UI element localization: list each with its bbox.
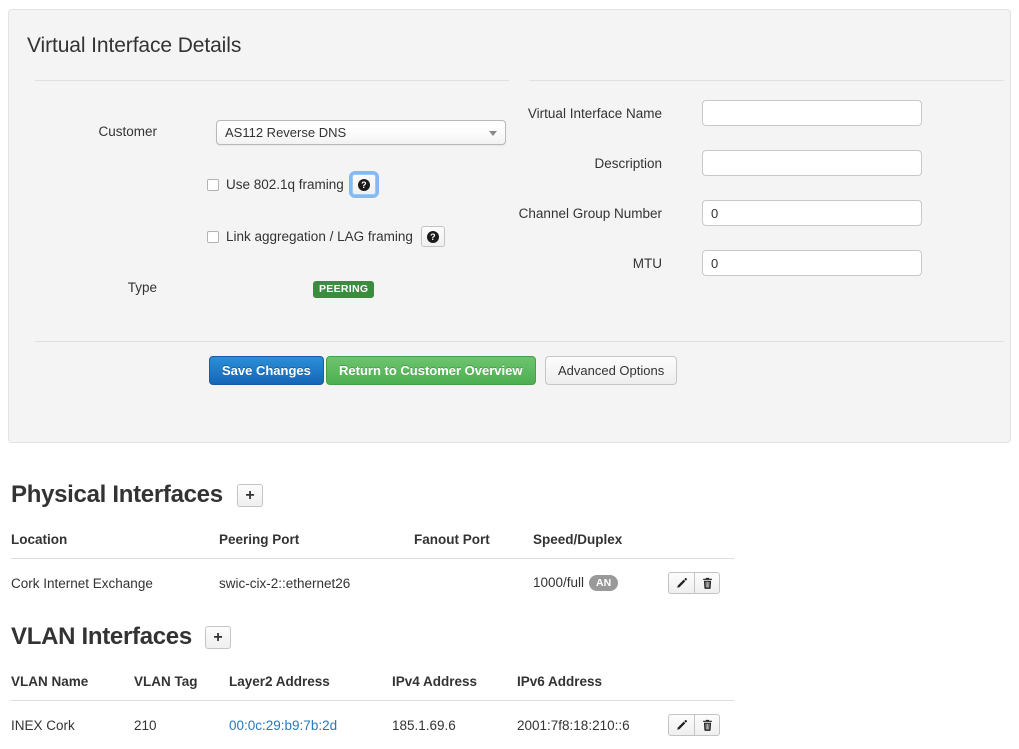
table-header-row: VLAN Name VLAN Tag Layer2 Address IPv4 A… — [11, 670, 734, 701]
advanced-options-button[interactable]: Advanced Options — [545, 356, 678, 385]
table-row: INEX Cork 210 00:0c:29:b9:7b:2d 185.1.69… — [11, 701, 734, 747]
autoneg-badge: AN — [589, 575, 619, 591]
delete-vlan-interface-button[interactable] — [694, 714, 720, 736]
column-header-location: Location — [11, 528, 219, 559]
speed-duplex-value: 1000/full — [533, 575, 585, 590]
pencil-icon — [677, 577, 687, 588]
row-action-group — [668, 572, 720, 594]
physical-interfaces-heading: Physical Interfaces — [11, 481, 223, 508]
column-header-vlan-name: VLAN Name — [11, 670, 134, 701]
table-header-row: Location Peering Port Fanout Port Speed/… — [11, 528, 734, 559]
virtual-interface-details-panel: Virtual Interface Details Customer AS112… — [8, 9, 1011, 443]
cell-ipv6-address: 2001:7f8:18:210::6 — [517, 717, 630, 733]
row-action-group — [668, 714, 720, 736]
column-header-actions — [668, 528, 734, 559]
dot1q-framing-label: Use 802.1q framing — [226, 177, 344, 192]
lag-framing-checkbox[interactable] — [207, 230, 219, 243]
virtual-interface-name-label: Virtual Interface Name — [527, 106, 662, 121]
description-input[interactable] — [702, 150, 922, 176]
mtu-input[interactable] — [702, 250, 922, 276]
add-vlan-interface-button[interactable]: + — [205, 626, 231, 649]
cell-ipv4-address: 185.1.69.6 — [392, 717, 456, 733]
virtual-interface-name-input[interactable] — [702, 100, 922, 126]
customer-label: Customer — [98, 124, 157, 139]
pencil-icon — [677, 719, 687, 730]
trash-icon — [702, 719, 712, 731]
status-badge: PEERING — [313, 281, 375, 298]
cell-speed-duplex: 1000/full AN — [533, 559, 668, 605]
customer-select-wrapper[interactable]: AS112 Reverse DNS — [216, 120, 506, 145]
cell-actions — [668, 701, 734, 747]
layer2-address-link[interactable]: 00:0c:29:b9:7b:2d — [229, 718, 337, 733]
dot1q-framing-help-button[interactable]: ? — [348, 171, 379, 198]
table-row: Cork Internet Exchange swic-cix-2::ether… — [11, 559, 734, 605]
lag-framing-help-button[interactable]: ? — [420, 226, 445, 247]
cell-peering-port: swic-cix-2::ethernet26 — [219, 575, 351, 591]
column-header-actions — [668, 670, 734, 701]
page-title: Virtual Interface Details — [27, 34, 242, 57]
cell-vlan-name: INEX Cork — [11, 717, 75, 733]
return-to-customer-overview-button[interactable]: Return to Customer Overview — [326, 356, 536, 385]
question-mark-icon: ? — [426, 230, 439, 243]
trash-icon — [702, 577, 712, 589]
mtu-label: MTU — [632, 256, 662, 271]
divider-left — [35, 80, 509, 81]
edit-physical-interface-button[interactable] — [668, 572, 694, 594]
description-label: Description — [594, 156, 662, 171]
cell-layer2-address: 00:0c:29:b9:7b:2d — [229, 701, 392, 747]
question-mark-icon: ? — [357, 178, 370, 191]
column-header-layer2-address: Layer2 Address — [229, 670, 392, 701]
dot1q-framing-checkbox[interactable] — [207, 178, 219, 191]
column-header-vlan-tag: VLAN Tag — [134, 670, 229, 701]
cell-actions — [668, 559, 734, 605]
column-header-ipv4-address: IPv4 Address — [392, 670, 517, 701]
column-header-fanout-port: Fanout Port — [414, 528, 533, 559]
column-header-speed-duplex: Speed/Duplex — [533, 528, 668, 559]
cell-vlan-tag: 210 — [134, 717, 157, 733]
delete-physical-interface-button[interactable] — [694, 572, 720, 594]
channel-group-number-input[interactable] — [702, 200, 922, 226]
add-physical-interface-button[interactable]: + — [237, 484, 263, 507]
lag-framing-row[interactable]: Link aggregation / LAG framing ? — [207, 226, 445, 247]
edit-vlan-interface-button[interactable] — [668, 714, 694, 736]
customer-select[interactable]: AS112 Reverse DNS — [216, 120, 506, 145]
dot1q-framing-row[interactable]: Use 802.1q framing ? — [207, 171, 379, 198]
divider-right — [529, 80, 1004, 81]
column-header-peering-port: Peering Port — [219, 528, 414, 559]
column-header-ipv6-address: IPv6 Address — [517, 670, 668, 701]
cell-location: Cork Internet Exchange — [11, 575, 153, 591]
save-changes-button[interactable]: Save Changes — [209, 356, 324, 385]
cell-fanout-port — [414, 559, 533, 605]
divider-actions — [35, 341, 1004, 342]
vlan-interfaces-heading: VLAN Interfaces — [11, 623, 192, 650]
channel-group-number-label: Channel Group Number — [518, 206, 662, 221]
type-label: Type — [127, 280, 157, 295]
lag-framing-label: Link aggregation / LAG framing — [226, 229, 413, 244]
vlan-interfaces-table: VLAN Name VLAN Tag Layer2 Address IPv4 A… — [11, 670, 734, 746]
physical-interfaces-table: Location Peering Port Fanout Port Speed/… — [11, 528, 734, 604]
